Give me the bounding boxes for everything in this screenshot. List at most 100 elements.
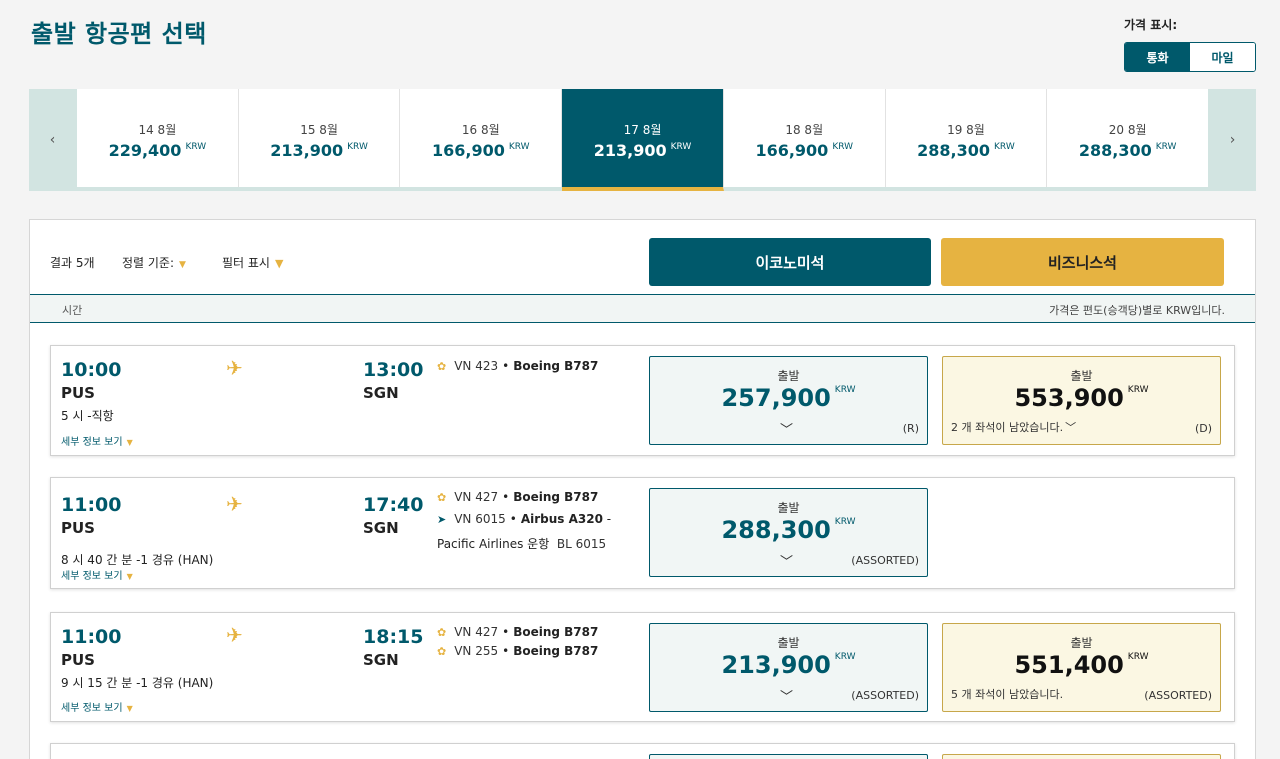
fare-price: 288,300 KRW (721, 516, 856, 544)
date-label: 16 8월 (461, 122, 500, 137)
fare-price: 551,400 KRW (1014, 651, 1149, 679)
price-display: 가격 표시: 통화 마일 (1124, 16, 1256, 72)
airplane-icon: ✈ (226, 356, 243, 380)
departure-time: 10:00 (61, 359, 122, 381)
date-price: 213,900 KRW (593, 140, 692, 160)
caret-down-icon: ▼ (179, 260, 186, 270)
airplane-icon: ✈ (226, 623, 243, 647)
economy-fare-button[interactable]: 출발 288,300 KRW ﹀ (ASSORTED) (649, 488, 928, 577)
departure-airport: PUS (61, 384, 95, 402)
caret-down-icon: ▼ (126, 438, 133, 447)
seats-left: 2 개 좌석이 남았습니다. ﹀ (951, 421, 1077, 434)
airplane-icon: ✈ (226, 492, 243, 516)
caret-down-icon: ▼ (126, 572, 133, 581)
date-tab[interactable]: 20 8월 288,300 KRW (1047, 89, 1208, 187)
economy-class-button[interactable]: 이코노미석 (649, 238, 931, 286)
departure-airport: PUS (61, 519, 95, 537)
date-tab[interactable]: 19 8월 288,300 KRW (886, 89, 1048, 187)
seats-left: 5 개 좌석이 남았습니다. (951, 688, 1064, 701)
details-link[interactable]: 세부 정보 보기 ▼ (61, 699, 133, 714)
date-price: 288,300 KRW (917, 140, 1015, 160)
filter-icon: ▼ (274, 257, 284, 270)
arrival-time: 17:40 (363, 494, 424, 516)
details-link[interactable]: 세부 정보 보기 ▼ (61, 567, 133, 582)
economy-fare-button[interactable]: 출발 213,900 KRW ﹀ (ASSORTED) (649, 623, 928, 712)
flight-segment: ✿ VN 255 • Boeing B787 (437, 644, 599, 658)
sort-dropdown[interactable]: 정렬 기준: ▼ (122, 254, 186, 271)
date-tab[interactable]: 14 8월 229,400 KRW (77, 89, 239, 187)
price-display-label: 가격 표시: (1124, 18, 1178, 32)
flight-card (50, 743, 1235, 759)
departure-time: 11:00 (61, 626, 122, 648)
results-panel: 결과 5개 정렬 기준: ▼ 필터 표시 ▼ 이코노미석 비즈니스석 시간 가격은 … (29, 219, 1256, 759)
fare-price: 213,900 KRW (721, 651, 856, 679)
lotus-logo-icon: ✿ (437, 491, 447, 504)
fare-class: (ASSORTED) (851, 689, 919, 702)
business-fare-button[interactable] (942, 754, 1221, 759)
next-date-arrow-icon[interactable]: › (1209, 89, 1256, 191)
flight-card: 11:00 PUS 9 시 15 간 분 -1 경유 (HAN) 세부 정보 보… (50, 612, 1235, 722)
date-price: 213,900 KRW (270, 140, 368, 160)
price-note: 가격은 편도(승객당)별로 KRW입니다. (1049, 304, 1225, 317)
date-label: 20 8월 (1108, 122, 1147, 137)
lotus-logo-icon: ✿ (437, 626, 447, 639)
duration: 9 시 15 간 분 -1 경유 (HAN) (61, 676, 214, 690)
arrival-airport: SGN (363, 651, 399, 669)
date-list: 14 8월 229,400 KRW 15 8월 213,900 KRW 16 8월 166… (77, 89, 1208, 191)
flight-segment: ✿ VN 427 • Boeing B787 (437, 625, 599, 639)
business-class-button[interactable]: 비즈니스석 (941, 238, 1224, 286)
filter-toggle[interactable]: 필터 표시 ▼ (222, 254, 283, 271)
page-title: 출발 항공편 선택 (31, 20, 207, 48)
date-label: 17 8월 (623, 122, 662, 137)
date-label: 14 8월 (138, 122, 177, 137)
chevron-down-icon: ﹀ (780, 690, 794, 705)
business-fare-button[interactable]: 출발 551,400 KRW 5 개 좌석이 남았습니다. (ASSORTED) (942, 623, 1221, 712)
fare-price: 257,900 KRW (721, 384, 856, 412)
arrival-time: 13:00 (363, 359, 424, 381)
date-label: 19 8월 (947, 122, 985, 137)
details-link[interactable]: 세부 정보 보기 ▼ (61, 433, 133, 448)
date-price: 166,900 KRW (432, 140, 530, 160)
fare-class: (R) (902, 422, 919, 435)
miles-option[interactable]: 마일 (1190, 43, 1255, 71)
flight-segment: ✿ VN 427 • Boeing B787 (437, 490, 599, 504)
date-label: 18 8월 (785, 122, 824, 137)
fare-class: (ASSORTED) (851, 554, 919, 567)
date-tab[interactable]: 15 8월 213,900 KRW (239, 89, 401, 187)
date-price: 288,300 KRW (1078, 140, 1177, 160)
business-fare-button[interactable]: 출발 553,900 KRW 2 개 좌석이 남았습니다. ﹀ (D) (942, 356, 1221, 445)
arrival-airport: SGN (363, 519, 399, 537)
price-display-toggle: 통화 마일 (1124, 42, 1256, 72)
fare-price: 553,900 KRW (1014, 384, 1149, 412)
arrival-time: 18:15 (363, 626, 424, 648)
departure-time: 11:00 (61, 494, 122, 516)
duration: 5 시 -직항 (61, 409, 114, 423)
results-count: 결과 5개 (50, 256, 95, 270)
flight-card: 11:00 PUS 8 시 40 간 분 -1 경유 (HAN) 세부 정보 보… (50, 477, 1235, 589)
date-tab-selected[interactable]: 17 8월 213,900 KRW (562, 89, 724, 191)
fare-class: (D) (1194, 422, 1212, 435)
flight-card: 10:00 PUS 5 시 -직항 세부 정보 보기 ▼ ✈ 13:00 SGN … (50, 345, 1235, 456)
currency-option[interactable]: 통화 (1125, 43, 1190, 71)
date-label: 15 8월 (300, 122, 338, 137)
date-tab[interactable]: 18 8월 166,900 KRW (724, 89, 886, 187)
prev-date-arrow-icon[interactable]: ‹ (29, 89, 76, 191)
date-selector: ‹ 14 8월 229,400 KRW 15 8월 213,900 KRW 16 8월 1… (29, 89, 1256, 191)
date-tab[interactable]: 16 8월 166,900 KRW (400, 89, 563, 187)
economy-fare-button[interactable] (649, 754, 928, 759)
operated-by: Pacific Airlines 운항 BL 6015 (437, 537, 607, 551)
chevron-down-icon: ﹀ (780, 423, 794, 438)
duration: 8 시 40 간 분 -1 경유 (HAN) (61, 553, 214, 567)
time-column-label: 시간 (62, 304, 83, 317)
chevron-down-icon: ﹀ (1065, 421, 1077, 434)
column-header: 시간 가격은 편도(승객당)별로 KRW입니다. (30, 294, 1255, 323)
results-toolbar: 결과 5개 정렬 기준: ▼ 필터 표시 ▼ 이코노미석 비즈니스석 (30, 220, 1257, 296)
flight-segment: ✿ VN 423 • Boeing B787 (437, 359, 599, 373)
caret-down-icon: ▼ (126, 704, 133, 713)
flight-segment: ➤ VN 6015 • Airbus A320 - (437, 512, 612, 526)
economy-fare-button[interactable]: 출발 257,900 KRW ﹀ (R) (649, 356, 928, 445)
date-price: 166,900 KRW (755, 140, 854, 160)
date-price: 229,400 KRW (108, 140, 207, 160)
fare-class: (ASSORTED) (1144, 689, 1212, 702)
arrival-airport: SGN (363, 384, 399, 402)
